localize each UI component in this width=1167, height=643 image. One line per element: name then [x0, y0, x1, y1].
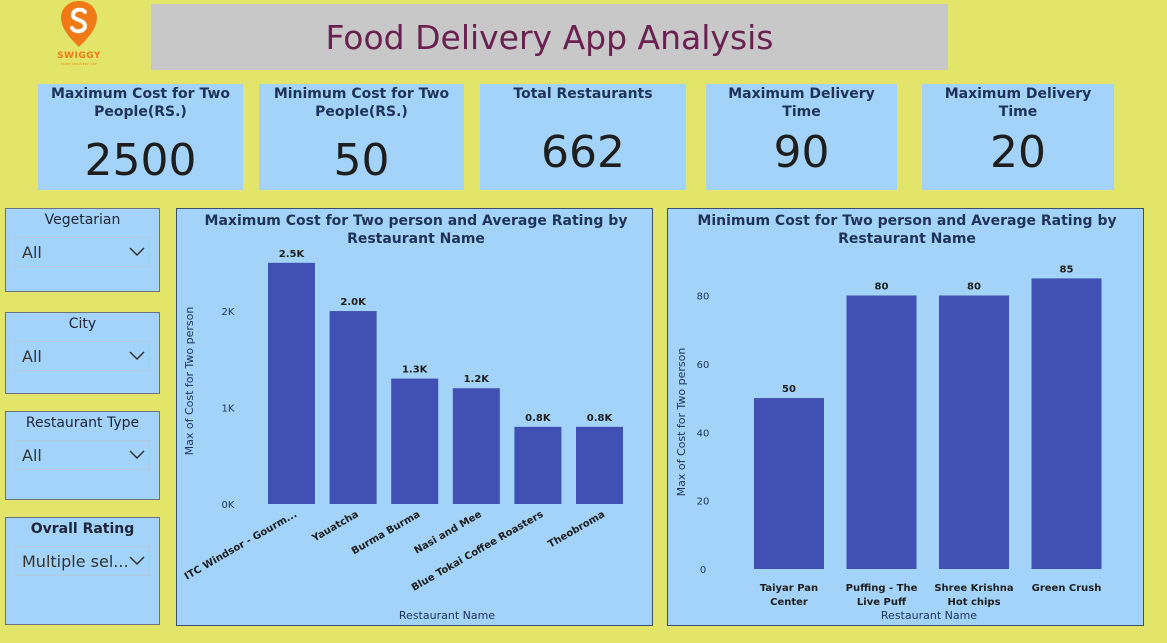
data-label: 1.2K	[464, 374, 491, 385]
x-tick-label: Taiyar Pan Center	[760, 583, 818, 608]
y-tick-label: 40	[697, 428, 710, 439]
kpi-label: Maximum Delivery Time	[944, 86, 1092, 120]
kpi-value: 662	[541, 127, 625, 178]
restaurant-type-dropdown[interactable]: All	[15, 440, 150, 470]
data-label: 2.5K	[279, 249, 306, 260]
bar[interactable]	[329, 311, 377, 504]
chart-title: Maximum Cost for Two person and Average …	[205, 213, 628, 229]
kpi-card-max-cost: Maximum Cost for Two People(RS.) 2500	[38, 84, 243, 190]
kpi-card-max-delivery-time: Maximum Delivery Time 90	[706, 84, 897, 190]
data-label: 50	[782, 384, 796, 395]
slicer-restaurant-type: Restaurant Type All	[5, 411, 160, 500]
y-tick-label: 2K	[222, 307, 235, 318]
x-axis-label: Restaurant Name	[881, 609, 977, 622]
kpi-label: Minimum Cost for Two People(RS.)	[273, 86, 450, 120]
data-label: 0.8K	[525, 413, 552, 424]
data-label: 80	[875, 282, 889, 293]
chevron-down-icon	[129, 351, 145, 361]
y-tick-label: 0K	[222, 500, 235, 511]
y-axis-label: Max of Cost for Two person	[675, 348, 688, 497]
chart-max-cost: Maximum Cost for Two person and Average …	[183, 213, 628, 622]
data-label: 1.3K	[402, 365, 429, 376]
chevron-down-icon	[129, 247, 145, 257]
kpi-card-total-restaurants: Total Restaurants 662	[480, 84, 686, 190]
y-tick-label: 0	[700, 565, 706, 576]
slicer-overall-rating: Ovrall Rating Multiple sel...	[5, 517, 160, 625]
dropdown-value: All	[22, 446, 42, 465]
chart-title: Minimum Cost for Two person and Average …	[697, 213, 1116, 229]
bar[interactable]	[576, 426, 623, 504]
kpi-label: Total Restaurants	[513, 86, 653, 102]
x-tick-label: Burma Burma	[350, 509, 422, 557]
chart-title: Restaurant Name	[347, 231, 485, 247]
data-label: 80	[967, 282, 981, 293]
y-tick-label: 20	[697, 497, 710, 508]
x-tick-label: Shree Krishna Hot chips	[934, 583, 1013, 608]
slicer-label: Restaurant Type	[25, 415, 140, 431]
slicer-city: City All	[5, 312, 160, 394]
bar[interactable]	[846, 295, 917, 569]
slicer-vegetarian: Vegetarian All	[5, 208, 160, 292]
swiggy-logo-icon	[61, 1, 97, 47]
swiggy-logo: SWIGGY FOOD DELIVERY APP	[48, 0, 110, 70]
city-dropdown[interactable]: All	[15, 341, 150, 371]
data-label: 0.8K	[587, 413, 614, 424]
kpi-card-min-cost: Minimum Cost for Two People(RS.) 50	[259, 84, 464, 190]
kpi-value: 90	[773, 127, 830, 178]
dashboard-title-bar: Food Delivery App Analysis	[151, 4, 948, 70]
vegetarian-dropdown[interactable]: All	[15, 237, 150, 267]
kpi-value: 50	[333, 135, 390, 186]
bar[interactable]	[391, 378, 439, 504]
x-tick-label: Theobroma	[546, 509, 607, 550]
data-label: 85	[1060, 264, 1074, 275]
slicer-label: Ovrall Rating	[30, 521, 135, 537]
y-tick-label: 80	[697, 292, 710, 303]
bar[interactable]	[1031, 278, 1102, 569]
kpi-value: 2500	[84, 135, 197, 186]
bar[interactable]	[452, 388, 500, 504]
dropdown-value: Multiple sel...	[22, 552, 129, 571]
x-tick-label: Yauatcha	[310, 509, 361, 545]
y-axis-label: Max of Cost for Two person	[183, 307, 196, 456]
y-tick-label: 60	[697, 360, 710, 371]
chart-min-cost-panel: Minimum Cost for Two person and Average …	[667, 208, 1144, 626]
x-axis-label: Restaurant Name	[399, 609, 495, 622]
bar[interactable]	[514, 426, 562, 504]
bar[interactable]	[754, 398, 824, 569]
dropdown-value: All	[22, 243, 42, 262]
dropdown-value: All	[22, 347, 42, 366]
brand-tagline: FOOD DELIVERY APP	[61, 62, 97, 66]
bar[interactable]	[268, 262, 315, 504]
y-tick-label: 1K	[222, 404, 235, 415]
data-label: 2.0K	[340, 297, 367, 308]
dashboard-title: Food Delivery App Analysis	[325, 17, 774, 57]
chevron-down-icon	[129, 556, 145, 566]
kpi-card-min-delivery-time: Maximum Delivery Time 20	[922, 84, 1114, 190]
chart-min-cost: Minimum Cost for Two person and Average …	[675, 213, 1117, 622]
overall-rating-dropdown[interactable]: Multiple sel...	[15, 546, 150, 576]
x-tick-label: Puffing - The Live Puff	[846, 583, 918, 608]
slicer-label: City	[68, 316, 97, 332]
chart-title: Restaurant Name	[838, 231, 976, 247]
bar[interactable]	[939, 295, 1009, 569]
slicer-label: Vegetarian	[44, 212, 121, 228]
x-tick-label: ITC Windsor - Gourm...	[183, 509, 299, 582]
kpi-label: Maximum Delivery Time	[728, 86, 875, 120]
x-tick-label: Green Crush	[1032, 583, 1102, 594]
kpi-label: Maximum Cost for Two People(RS.)	[50, 86, 231, 120]
chart-max-cost-panel: Maximum Cost for Two person and Average …	[176, 208, 653, 626]
brand-name: SWIGGY	[57, 51, 101, 61]
kpi-value: 20	[990, 127, 1046, 178]
chevron-down-icon	[129, 450, 145, 460]
